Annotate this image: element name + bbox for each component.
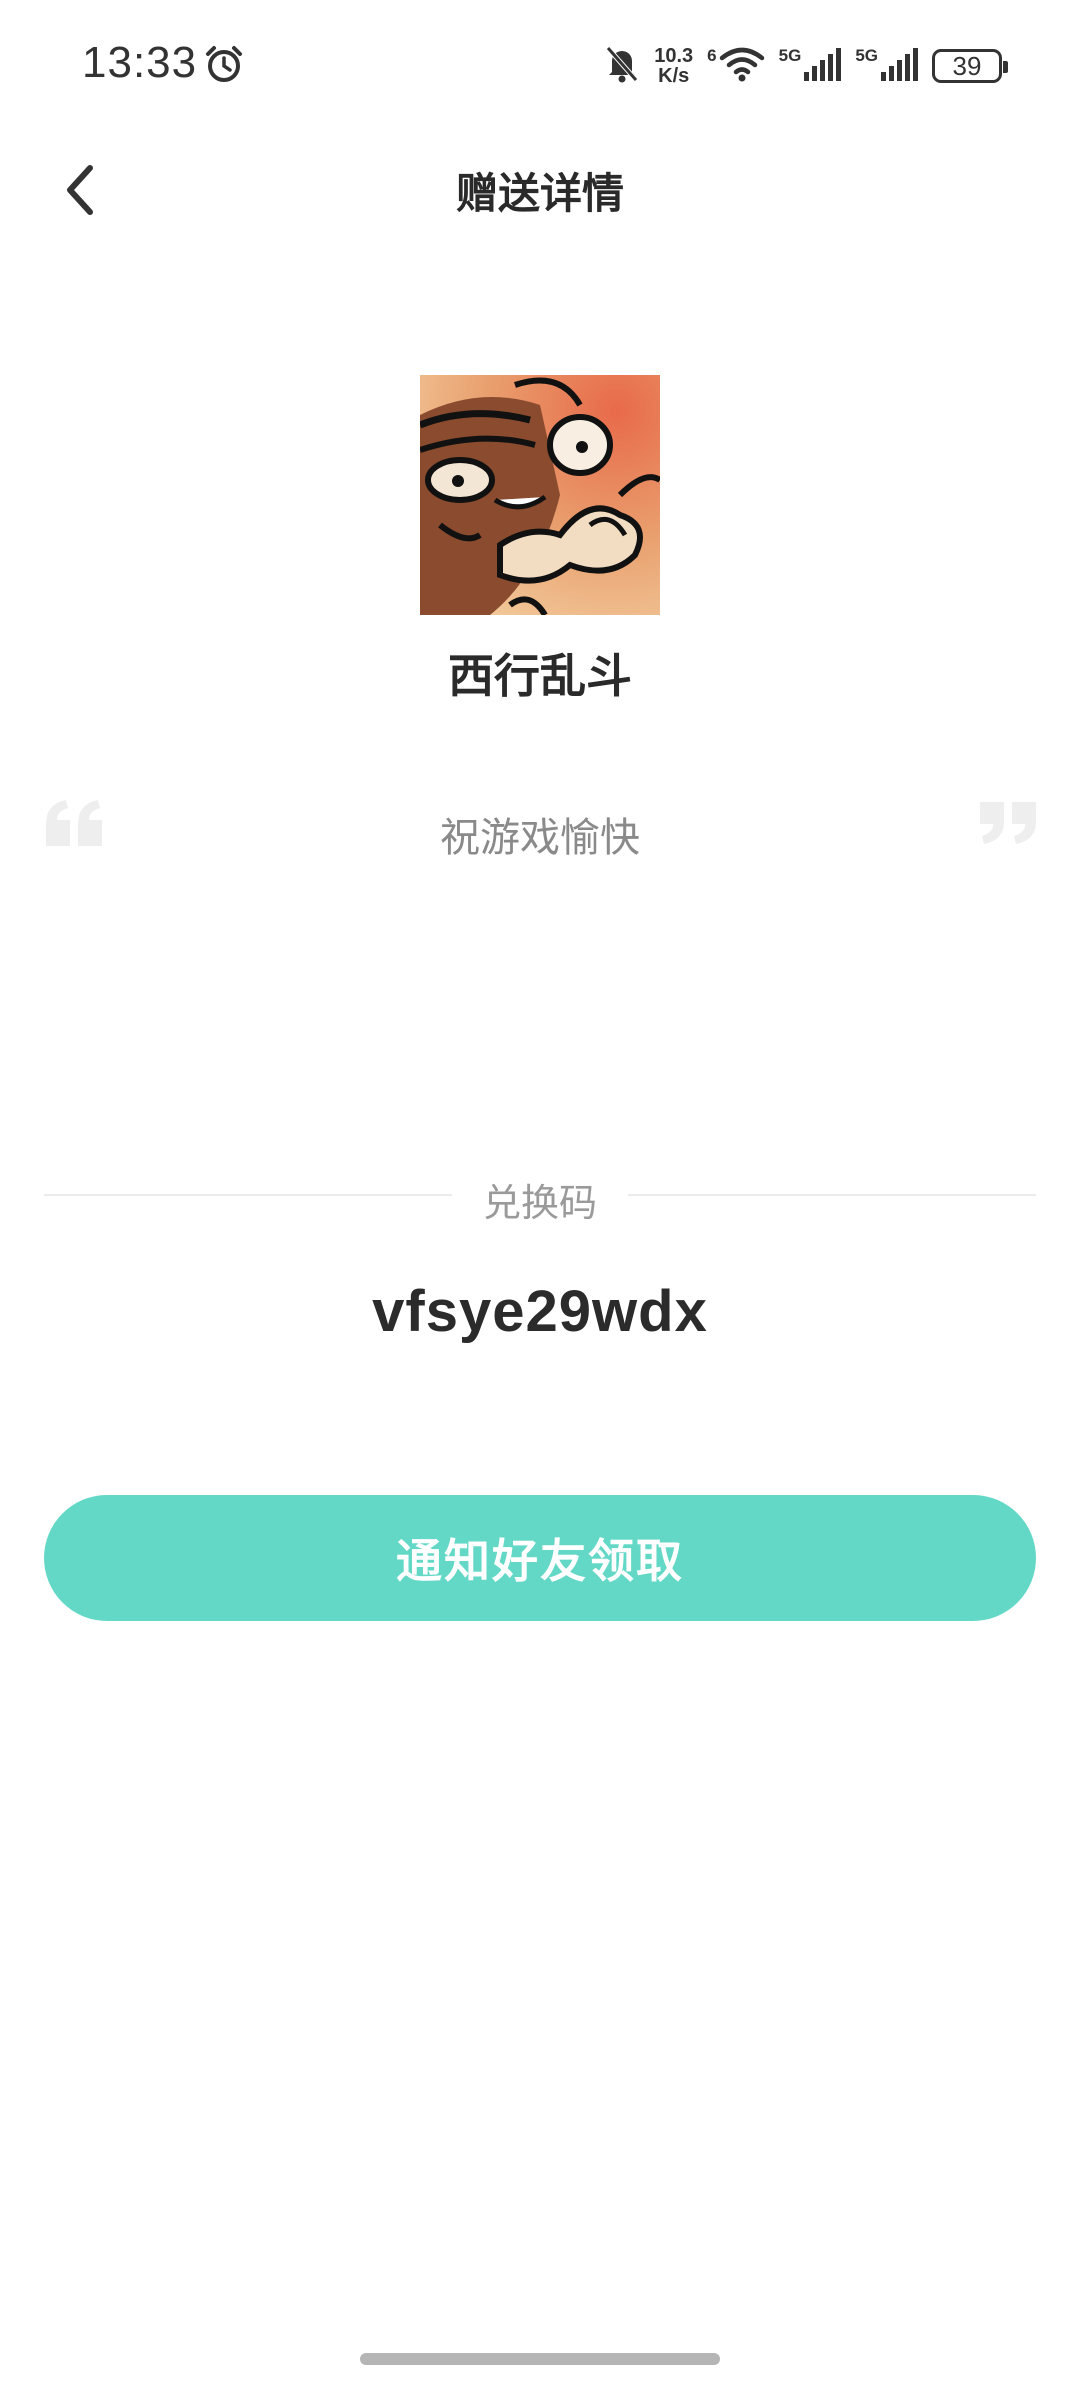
wifi-icon [719, 46, 765, 87]
battery-level: 39 [952, 50, 982, 81]
redeem-code-value[interactable]: vfsye29wdx [0, 1278, 1080, 1345]
sim2-signal: 5G [855, 46, 918, 87]
net-speed: 10.3 K/s [654, 46, 693, 86]
app-header: 赠送详情 [0, 140, 1080, 240]
home-indicator[interactable] [360, 2353, 720, 2365]
game-name: 西行乱斗 [448, 650, 632, 702]
signal-icon [880, 46, 918, 87]
status-icons: 10.3 K/s 6 5G 5G 39 [604, 40, 1008, 92]
gift-message: 祝游戏愉快 [440, 816, 640, 860]
divider-right [628, 1194, 1036, 1196]
sim1-signal: 5G [779, 46, 842, 87]
sim1-label: 5G [778, 45, 802, 65]
battery-icon: 39 [932, 49, 1008, 83]
notify-friend-button[interactable]: 通知好友领取 [44, 1495, 1036, 1621]
status-time: 13:33 [82, 38, 198, 87]
signal-icon [803, 46, 842, 87]
wifi-badge: 6 [707, 45, 717, 65]
sim2-label: 5G [855, 45, 878, 65]
net-speed-unit: K/s [658, 65, 690, 87]
redeem-code-label: 兑换码 [482, 1183, 597, 1225]
status-bar: 13:33 10.3 K/s 6 5G 5G 39 [0, 0, 1080, 130]
game-icon-image [420, 375, 660, 615]
page-title: 赠送详情 [455, 170, 624, 217]
net-speed-value: 10.3 [654, 45, 694, 67]
wifi-indicator: 6 [707, 46, 764, 87]
alarm-icon [204, 44, 244, 89]
bell-off-icon [604, 44, 640, 89]
quote-close-icon [976, 800, 1038, 853]
